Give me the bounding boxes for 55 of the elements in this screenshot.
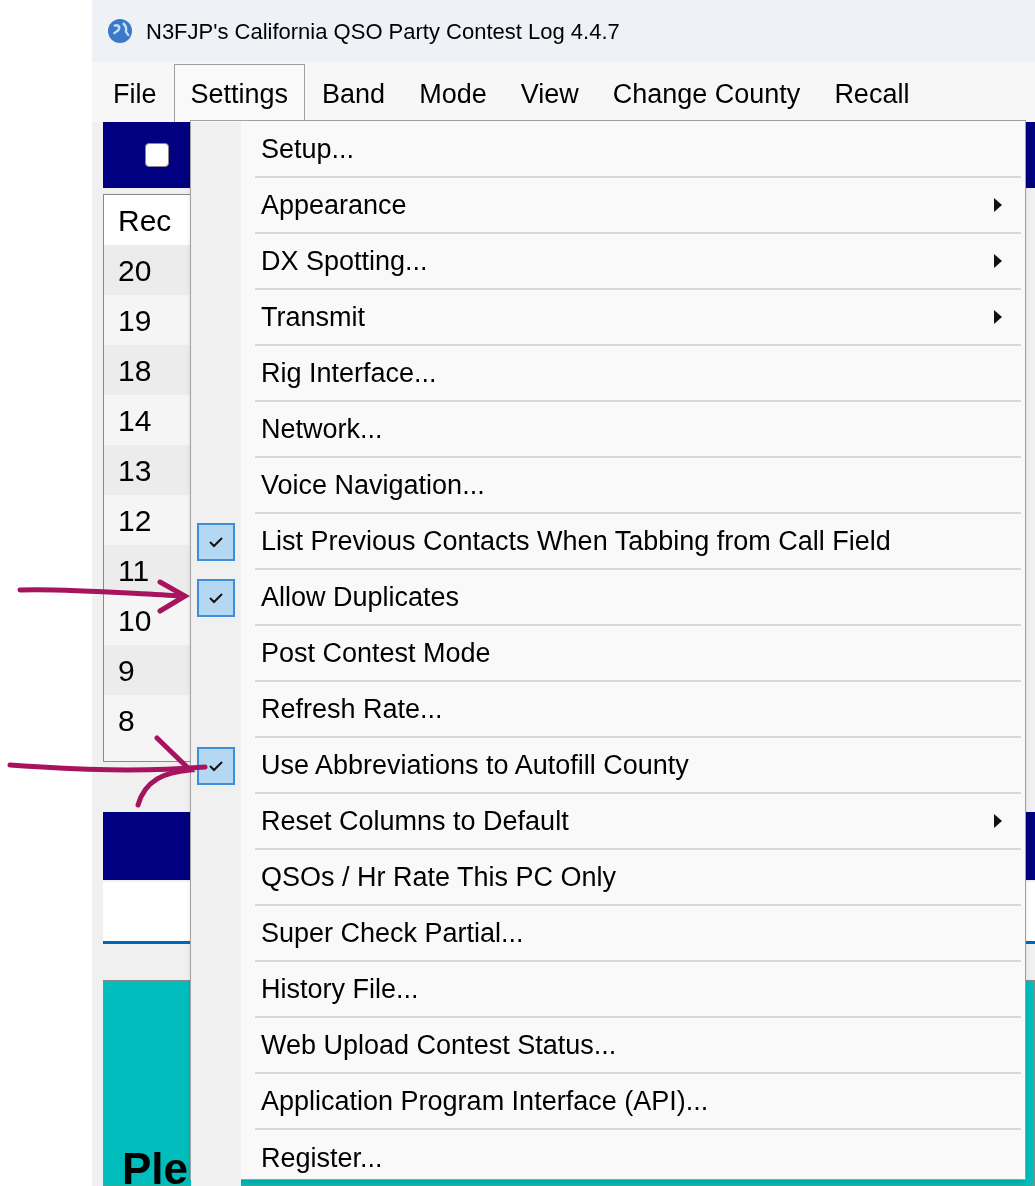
menu-item[interactable]: Transmit [191, 290, 1025, 346]
globe-icon [106, 17, 134, 45]
table-cell: 18 [104, 345, 190, 395]
menu-item-label: Application Program Interface (API)... [261, 1084, 709, 1118]
menu-item-label: Reset Columns to Default [261, 804, 569, 838]
menu-item[interactable]: Setup... [191, 122, 1025, 178]
table-cell: 13 [104, 445, 190, 495]
menu-item-label: Register... [261, 1141, 383, 1175]
menu-item[interactable]: QSOs / Hr Rate This PC Only [191, 850, 1025, 906]
menu-item-label: Voice Navigation... [261, 468, 485, 502]
menu-item[interactable]: Post Contest Mode [191, 626, 1025, 682]
menu-item[interactable]: Web Upload Contest Status... [191, 1018, 1025, 1074]
table-cell: 20 [104, 245, 190, 295]
menu-item[interactable]: Appearance [191, 178, 1025, 234]
window-title: N3FJP's California QSO Party Contest Log 4.4.7 [146, 17, 620, 46]
menu-bar-item[interactable]: View [503, 64, 596, 124]
menu-item[interactable]: Allow Duplicates [191, 570, 1025, 626]
menu-item[interactable]: Application Program Interface (API)... [191, 1074, 1025, 1130]
menu-item-label: Web Upload Contest Status... [261, 1028, 617, 1062]
menu-bar-item[interactable]: Recall [817, 64, 927, 124]
menu-item-label: Setup... [261, 132, 355, 166]
menu-bar-item[interactable]: File [96, 64, 174, 124]
menu-item[interactable]: Voice Navigation... [191, 458, 1025, 514]
table-cell: 11 [104, 545, 190, 595]
menu-bar-item[interactable]: Change County [595, 64, 818, 124]
menu-item-label: History File... [261, 972, 419, 1006]
column-header: Rec [104, 195, 190, 245]
table-cell: 9 [104, 645, 190, 695]
menu-item-label: Allow Duplicates [261, 580, 460, 614]
menu-item-label: QSOs / Hr Rate This PC Only [261, 860, 617, 894]
message-text: Ple [122, 1147, 189, 1186]
menu-item-label: Appearance [261, 188, 407, 222]
menu-bar-item[interactable]: Settings [173, 64, 306, 124]
menu-item-label: List Previous Contacts When Tabbing from Call Field [261, 524, 891, 558]
menu-item[interactable]: Network... [191, 402, 1025, 458]
menu-item[interactable]: History File... [191, 962, 1025, 1018]
menu-item-label: Use Abbreviations to Autofill County [261, 748, 689, 782]
menu-item[interactable]: Super Check Partial... [191, 906, 1025, 962]
menu-item[interactable]: Register... [191, 1130, 1025, 1186]
menu-bar-item[interactable]: Band [305, 64, 403, 124]
menu-item-label: Rig Interface... [261, 356, 437, 390]
menu-item-label: Super Check Partial... [261, 916, 524, 950]
menu-item[interactable]: List Previous Contacts When Tabbing from Call Field [191, 514, 1025, 570]
menu-item[interactable]: Rig Interface... [191, 346, 1025, 402]
menu-bar-item[interactable]: Mode [402, 64, 504, 124]
menu-item[interactable]: DX Spotting... [191, 234, 1025, 290]
menu-item-label: Refresh Rate... [261, 692, 443, 726]
menu-item-label: DX Spotting... [261, 244, 428, 278]
menu-item[interactable]: Use Abbreviations to Autofill County [191, 738, 1025, 794]
menu-item-label: Network... [261, 412, 383, 446]
menu-item[interactable]: Refresh Rate... [191, 682, 1025, 738]
checkbox[interactable] [145, 143, 169, 167]
menu-item-label: Post Contest Mode [261, 636, 491, 670]
menu-item[interactable]: Reset Columns to Default [191, 794, 1025, 850]
menu-item-label: Transmit [261, 300, 365, 334]
